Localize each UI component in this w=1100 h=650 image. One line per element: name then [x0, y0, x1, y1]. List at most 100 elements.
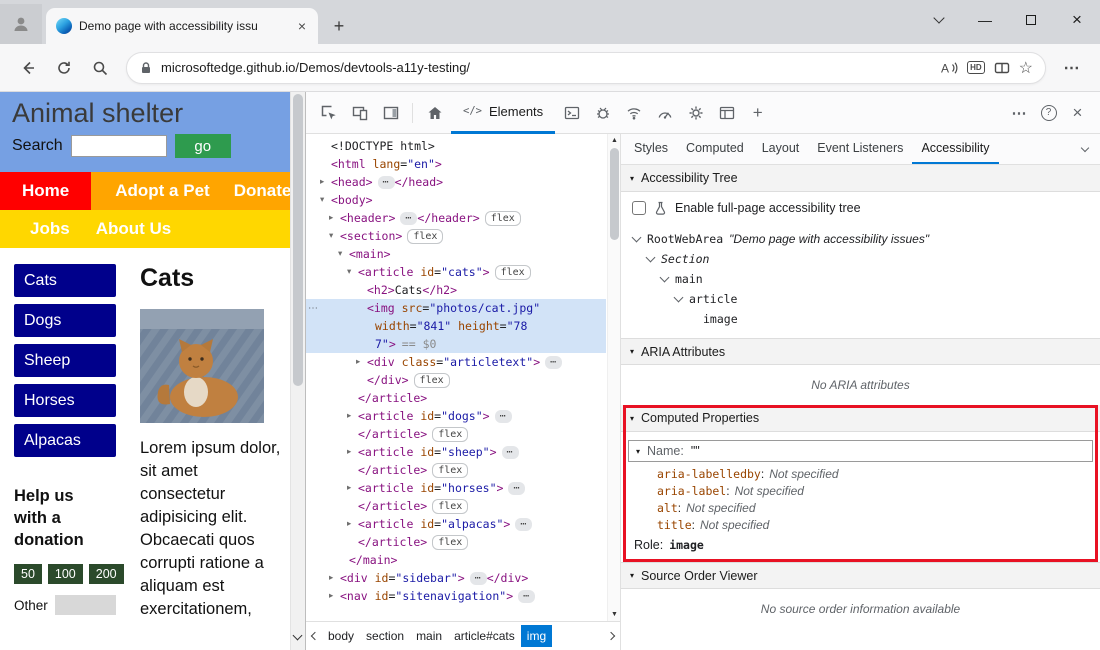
dom-tree-line[interactable]: ▾<body> [306, 191, 606, 209]
dom-scroll-down-icon[interactable]: ▼ [611, 611, 618, 618]
flex-badge[interactable]: flex [432, 535, 468, 550]
search-input[interactable] [71, 135, 167, 157]
page-scroll-down-icon[interactable] [294, 626, 301, 644]
dom-tree-line[interactable]: ▸<header>⋯</header>flex [306, 209, 606, 227]
dom-tree-line[interactable]: </article> [306, 389, 606, 407]
collapsed-content-icon[interactable]: ⋯ [470, 572, 487, 585]
dom-tree-line[interactable]: </article>flex [306, 461, 606, 479]
donation-button-100[interactable]: 100 [48, 564, 83, 584]
collapsed-content-icon[interactable]: ⋯ [545, 356, 562, 369]
dom-tree-line[interactable]: <html lang="en"> [306, 155, 606, 173]
chevron-down-icon[interactable] [646, 253, 656, 263]
nav-item-donate[interactable]: Donate [234, 181, 290, 201]
maximize-button[interactable] [1008, 0, 1054, 40]
read-aloud-icon[interactable]: A [939, 60, 959, 76]
expand-arrow-icon[interactable]: ▸ [329, 591, 340, 601]
breadcrumb-item-img[interactable]: img [521, 625, 552, 647]
back-button[interactable] [12, 52, 44, 84]
dom-line-menu-icon[interactable]: ⋯ [306, 303, 320, 314]
dom-tree-line[interactable]: <!DOCTYPE html> [306, 137, 606, 155]
ax-tree-node-main[interactable]: main [633, 269, 1100, 289]
url-text[interactable]: microsoftedge.github.io/Demos/devtools-a… [161, 60, 931, 75]
expand-arrow-icon[interactable]: ▸ [347, 519, 358, 529]
console-tool-icon[interactable] [557, 98, 586, 128]
category-button-dogs[interactable]: Dogs [14, 304, 116, 337]
collapsed-content-icon[interactable]: ⋯ [518, 590, 535, 603]
help-icon[interactable]: ? [1034, 98, 1063, 128]
search-button[interactable] [84, 52, 116, 84]
category-button-horses[interactable]: Horses [14, 384, 116, 417]
dom-tree-line[interactable]: </div>flex [306, 371, 606, 389]
flex-badge[interactable]: flex [432, 463, 468, 478]
more-options-icon[interactable]: ⋯ [1005, 98, 1034, 128]
dom-tree-line[interactable]: ⋯<img src="photos/cat.jpg" [306, 299, 606, 317]
tab-accessibility[interactable]: Accessibility [912, 134, 998, 164]
hd-badge-icon[interactable]: HD [967, 61, 985, 74]
dom-tree-line[interactable]: ▸<article id="horses">⋯ [306, 479, 606, 497]
dom-tree-line[interactable]: ▾<main> [306, 245, 606, 263]
collapsed-content-icon[interactable]: ⋯ [495, 410, 512, 423]
chevron-down-icon[interactable] [674, 293, 684, 303]
category-button-cats[interactable]: Cats [14, 264, 116, 297]
device-emulation-button[interactable] [345, 98, 374, 128]
performance-tool-icon[interactable] [650, 98, 679, 128]
collapsed-content-icon[interactable]: ⋯ [378, 176, 395, 189]
dom-scrollbar-thumb[interactable] [610, 148, 619, 240]
other-amount-input[interactable] [55, 595, 116, 615]
breadcrumb-item-main[interactable]: main [410, 625, 448, 647]
site-lock-icon[interactable] [139, 61, 153, 75]
window-close-button[interactable]: × [1054, 0, 1100, 40]
breadcrumb-item-body[interactable]: body [322, 625, 360, 647]
donation-button-50[interactable]: 50 [14, 564, 42, 584]
page-scrollbar-thumb[interactable] [293, 94, 303, 386]
section-computed-properties[interactable]: ▾ Computed Properties [621, 405, 1100, 432]
inspect-element-button[interactable] [314, 98, 343, 128]
dom-tree-line[interactable]: ▸<article id="dogs">⋯ [306, 407, 606, 425]
dom-tree-line[interactable]: </article>flex [306, 533, 606, 551]
expand-arrow-icon[interactable]: ▸ [347, 483, 358, 493]
nav-item-adopt-a-pet[interactable]: Adopt a Pet [115, 181, 209, 201]
category-button-alpacas[interactable]: Alpacas [14, 424, 116, 457]
dom-scrollbar[interactable]: ▲ ▼ [607, 134, 620, 621]
network-conditions-icon[interactable] [619, 98, 648, 128]
donation-button-200[interactable]: 200 [89, 564, 124, 584]
tab-layout[interactable]: Layout [753, 134, 809, 164]
collapsed-content-icon[interactable]: ⋯ [502, 446, 519, 459]
ax-tree-node-rootwebarea[interactable]: RootWebArea"Demo page with accessibility… [633, 229, 1100, 249]
tab-event-listeners[interactable]: Event Listeners [808, 134, 912, 164]
expand-arrow-icon[interactable]: ▸ [320, 177, 331, 187]
flex-badge[interactable]: flex [414, 373, 450, 388]
dom-scroll-up-icon[interactable]: ▲ [611, 137, 618, 144]
category-button-sheep[interactable]: Sheep [14, 344, 116, 377]
enable-fullpage-checkbox[interactable] [632, 201, 646, 215]
expand-arrow-icon[interactable]: ▾ [320, 195, 331, 205]
dom-tree-line[interactable]: ▸<article id="sheep">⋯ [306, 443, 606, 461]
expand-arrow-icon[interactable]: ▸ [329, 213, 340, 223]
tab-actions-chevron-icon[interactable] [916, 0, 962, 40]
flex-badge[interactable]: flex [485, 211, 521, 226]
new-tab-button[interactable]: + [324, 11, 354, 41]
more-tools-plus-icon[interactable]: + [743, 98, 772, 128]
nav-item-home[interactable]: Home [0, 172, 91, 210]
breadcrumb-item-section[interactable]: section [360, 625, 410, 647]
dom-tree-line[interactable]: ▸<nav id="sitenavigation">⋯ [306, 587, 606, 605]
settings-gear-icon[interactable] [681, 98, 710, 128]
expand-arrow-icon[interactable]: ▸ [356, 357, 367, 367]
name-property-group[interactable]: ▾ Name: "" [628, 440, 1093, 462]
flex-badge[interactable]: flex [432, 427, 468, 442]
ax-tree-node-image[interactable]: image [633, 309, 1100, 329]
browser-tab[interactable]: Demo page with accessibility issu × [46, 8, 318, 44]
dock-side-button[interactable] [376, 98, 405, 128]
dom-tree-line[interactable]: ▸<head>⋯</head> [306, 173, 606, 191]
minimize-button[interactable]: — [962, 0, 1008, 40]
split-screen-icon[interactable] [993, 59, 1011, 77]
dom-tree-line[interactable]: width="841" height="78 [306, 317, 606, 335]
breadcrumb-item-article-cats[interactable]: article#cats [448, 625, 521, 647]
dom-tree-line[interactable]: </article>flex [306, 497, 606, 515]
section-aria-attributes[interactable]: ▾ ARIA Attributes [621, 338, 1100, 365]
breadcrumb-left-icon[interactable] [308, 633, 322, 639]
chevron-down-icon[interactable] [632, 233, 642, 243]
issues-tool-icon[interactable] [588, 98, 617, 128]
dom-tree-line[interactable]: ▸<div id="sidebar">⋯</div> [306, 569, 606, 587]
expand-arrow-icon[interactable]: ▸ [347, 447, 358, 457]
